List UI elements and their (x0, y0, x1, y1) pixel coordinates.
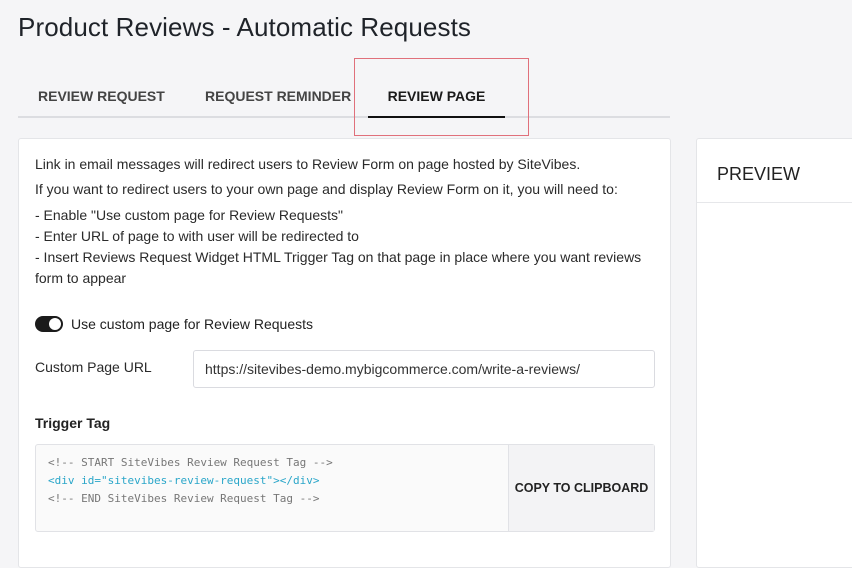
custom-url-input[interactable]: https://sitevibes-demo.mybigcommerce.com… (193, 350, 655, 388)
trigger-tag-label: Trigger Tag (35, 415, 111, 431)
info-line-1: Link in email messages will redirect use… (35, 156, 581, 172)
custom-page-toggle-row: Use custom page for Review Requests (35, 313, 313, 335)
tab-review-request[interactable]: REVIEW REQUEST (38, 76, 165, 116)
info-line-2: If you want to redirect users to your ow… (35, 181, 618, 197)
custom-url-label: Custom Page URL (35, 359, 152, 375)
trigger-tag-code-box: <!-- START SiteVibes Review Request Tag … (35, 444, 655, 532)
tab-request-reminder[interactable]: REQUEST REMINDER (205, 76, 351, 116)
code-line-2: <div id="sitevibes-review-request"></div… (48, 474, 320, 487)
tab-bar: REVIEW REQUEST REQUEST REMINDER REVIEW P… (18, 76, 670, 118)
preview-panel: PREVIEW (696, 138, 852, 568)
preview-title: PREVIEW (697, 139, 852, 203)
page-title: Product Reviews - Automatic Requests (18, 12, 472, 42)
toggle-knob (49, 318, 61, 330)
info-step-1: - Enable "Use custom page for Review Req… (35, 207, 343, 223)
info-step-3: - Insert Reviews Request Widget HTML Tri… (35, 249, 642, 265)
code-line-3: <!-- END SiteVibes Review Request Tag --… (48, 492, 320, 505)
copy-to-clipboard-button[interactable]: COPY TO CLIPBOARD (508, 445, 654, 531)
custom-page-toggle[interactable] (35, 316, 63, 332)
tab-review-page[interactable]: REVIEW PAGE (368, 76, 505, 118)
info-step-3-cont: form to appear (35, 270, 127, 286)
review-page-settings-panel: Link in email messages will redirect use… (18, 138, 671, 568)
trigger-tag-code: <!-- START SiteVibes Review Request Tag … (48, 454, 333, 508)
code-line-1: <!-- START SiteVibes Review Request Tag … (48, 456, 333, 469)
custom-page-toggle-label: Use custom page for Review Requests (71, 316, 313, 332)
info-step-2: - Enter URL of page to with user will be… (35, 228, 359, 244)
